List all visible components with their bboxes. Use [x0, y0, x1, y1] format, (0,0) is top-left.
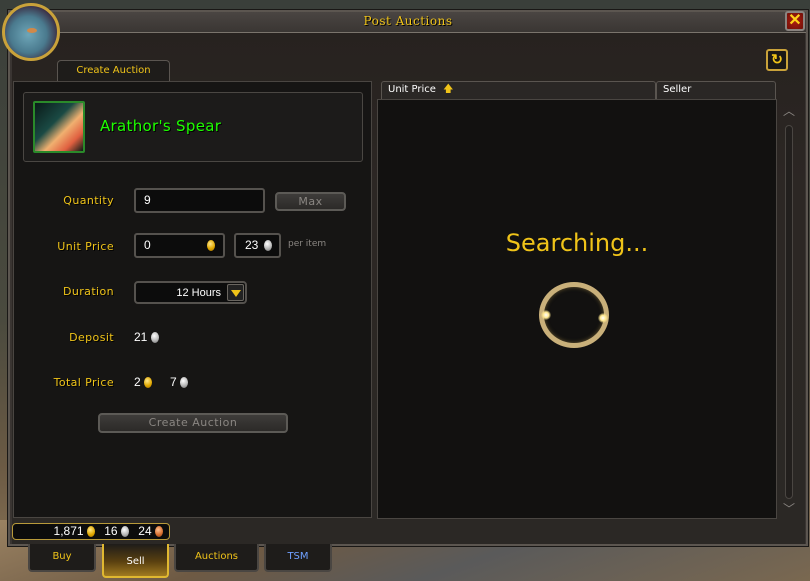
- unit-price-column-label: Unit Price: [388, 84, 436, 95]
- copper-coin-icon: [155, 526, 163, 538]
- unit-price-silver-value: 23: [245, 238, 259, 252]
- gold-coin-icon: [207, 240, 215, 251]
- deposit-value: 21: [134, 330, 159, 344]
- deposit-silver: 21: [134, 330, 148, 344]
- portrait-eye: [27, 28, 37, 33]
- create-auction-button[interactable]: Create Auction: [98, 413, 288, 433]
- scroll-down-button[interactable]: ﹀: [781, 503, 797, 515]
- close-button[interactable]: ✕: [785, 11, 805, 31]
- spinner-spark: [541, 310, 551, 320]
- scroll-up-button[interactable]: ︿: [781, 105, 797, 117]
- spinner-spark: [598, 313, 608, 323]
- results-scrollbar[interactable]: [785, 125, 793, 499]
- close-x-icon: ✕: [788, 12, 802, 29]
- silver-coin-icon: [264, 240, 272, 251]
- searching-status: Searching...: [505, 229, 649, 257]
- silver-coin-icon: [150, 332, 159, 344]
- silver-coin-icon: [180, 377, 189, 389]
- total-silver: 7: [170, 375, 177, 389]
- total-price-label: Total Price: [53, 376, 114, 389]
- player-money: 1,871 16 24: [12, 523, 170, 540]
- unit-price-gold-value: 0: [144, 238, 151, 252]
- money-silver: 16: [104, 524, 118, 538]
- deposit-label: Deposit: [69, 331, 114, 344]
- tab-buy[interactable]: Buy: [28, 544, 96, 572]
- tab-sell[interactable]: Sell: [102, 544, 169, 578]
- refresh-icon: ↻: [771, 51, 783, 67]
- max-button[interactable]: Max: [275, 192, 346, 211]
- quantity-value: 9: [144, 193, 151, 207]
- gold-coin-icon: [144, 377, 153, 389]
- per-item-label: per item: [288, 239, 327, 249]
- title-bar[interactable]: Post Auctions: [10, 12, 806, 33]
- column-header-unit-price[interactable]: Unit Price 🡅: [381, 81, 656, 99]
- total-gold: 2: [134, 375, 141, 389]
- money-copper: 24: [138, 524, 152, 538]
- unit-price-label: Unit Price: [57, 240, 114, 253]
- sort-ascending-icon: 🡅: [443, 84, 454, 95]
- duration-value: 12 Hours: [176, 287, 221, 299]
- money-gold: 1,871: [53, 524, 84, 538]
- total-price-gold: 2: [134, 375, 153, 389]
- item-name: Arathor's Spear: [100, 117, 222, 135]
- quantity-input[interactable]: 9: [134, 188, 265, 213]
- quantity-label: Quantity: [63, 194, 114, 207]
- tab-auctions[interactable]: Auctions: [174, 544, 259, 572]
- silver-coin-icon: [120, 526, 129, 538]
- spear-item-icon[interactable]: [33, 101, 85, 153]
- duration-dropdown[interactable]: 12 Hours: [134, 281, 247, 304]
- tab-tsm[interactable]: TSM: [264, 544, 332, 572]
- character-portrait: [2, 3, 60, 61]
- column-header-seller[interactable]: Seller: [656, 81, 776, 99]
- unit-price-silver-input[interactable]: 23: [234, 233, 281, 258]
- gold-coin-icon: [86, 526, 95, 538]
- tab-create-auction[interactable]: Create Auction: [57, 60, 170, 82]
- window-title: Post Auctions: [363, 14, 453, 28]
- refresh-button[interactable]: ↻: [766, 49, 788, 71]
- unit-price-gold-input[interactable]: 0: [134, 233, 225, 258]
- duration-label: Duration: [63, 285, 114, 298]
- chevron-down-icon[interactable]: [227, 284, 244, 301]
- total-price-silver: 7: [170, 375, 189, 389]
